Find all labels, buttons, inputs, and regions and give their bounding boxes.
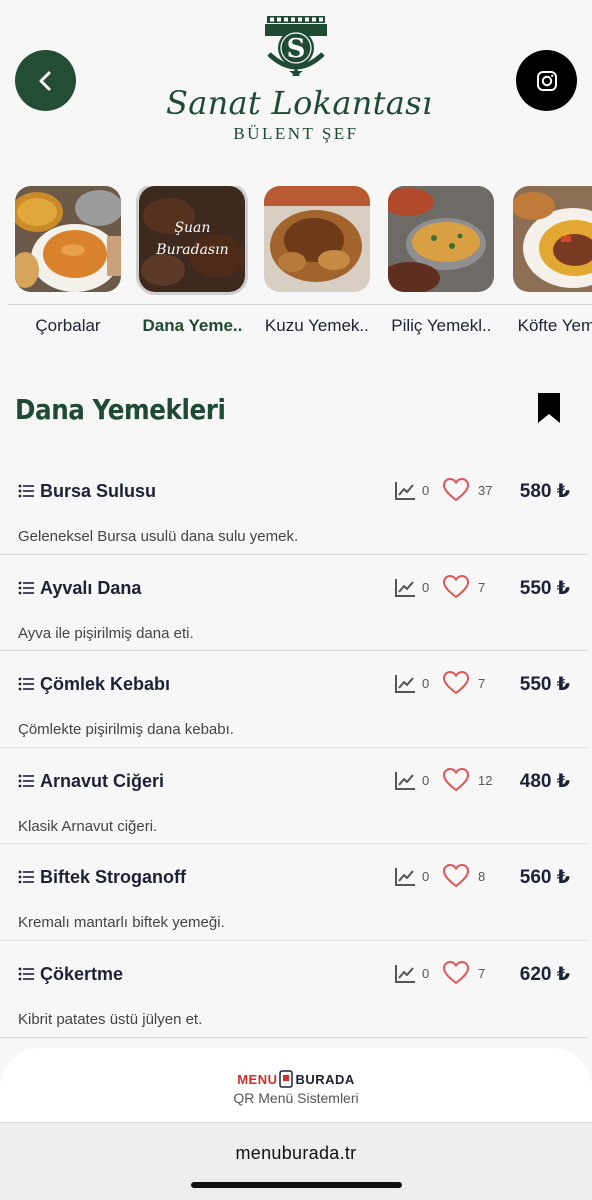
category-image xyxy=(15,186,121,292)
stats-icon xyxy=(395,675,415,694)
item-description: Ayva ile pişirilmiş dana eti. xyxy=(18,624,194,642)
header: S Sanat Lokantası BÜLENT ŞEF xyxy=(0,0,592,160)
like-count: 37 xyxy=(478,483,493,498)
list-icon xyxy=(18,870,34,884)
view-count: 0 xyxy=(422,483,430,498)
menu-item[interactable]: Arnavut Ciğeri 0 12 480 ₺ Klasik Arnavut… xyxy=(0,748,588,845)
heart-icon[interactable] xyxy=(443,574,469,599)
view-count: 0 xyxy=(422,965,430,981)
list-icon xyxy=(18,774,34,788)
footer-subtitle: QR Menü Sistemleri xyxy=(233,1090,359,1106)
item-name: Biftek Stroganoff xyxy=(40,867,186,888)
view-count: 0 xyxy=(422,869,430,885)
heart-icon[interactable] xyxy=(443,478,469,502)
item-name: Çömlek Kebabı xyxy=(40,674,171,695)
category-label: Piliç Yemekl.. xyxy=(391,316,492,335)
svg-text:S: S xyxy=(287,34,306,64)
like-count: 7 xyxy=(478,579,486,595)
chevron-left-icon xyxy=(39,71,50,90)
heart-icon[interactable] xyxy=(443,864,469,888)
item-price: 580 ₺ xyxy=(519,481,570,502)
domain-text: menuburada.tr xyxy=(235,1143,357,1163)
stats-icon xyxy=(395,868,415,887)
heart-icon[interactable] xyxy=(443,671,469,695)
item-description: Geleneksel Bursa usulü dana sulu yemek. xyxy=(18,528,299,545)
logo-emblem: S xyxy=(265,16,327,76)
category-label: Köfte Yeme.. xyxy=(517,316,592,335)
category-divider xyxy=(8,304,592,305)
item-price: 480 ₺ xyxy=(519,770,570,792)
stats-icon xyxy=(395,578,415,597)
chef-name: BÜLENT ŞEF xyxy=(233,124,359,143)
category-image xyxy=(388,186,495,292)
list-icon xyxy=(18,581,34,594)
item-name: Bursa Sulusu xyxy=(40,481,157,501)
bookmark-icon[interactable] xyxy=(538,393,560,423)
like-count: 8 xyxy=(478,869,486,885)
menu-item[interactable]: Çömlek Kebabı 0 7 550 ₺ Çömlekte pişiril… xyxy=(0,651,588,748)
category-kofte-yemekleri[interactable]: Köfte Yeme.. xyxy=(512,186,592,336)
category-image xyxy=(512,186,592,292)
category-dana-yemekleri[interactable]: Şuan Buradasın Dana Yeme.. xyxy=(136,186,249,336)
item-description: Klasik Arnavut ciğeri. xyxy=(18,817,158,835)
item-price: 550 ₺ xyxy=(519,674,570,696)
instagram-button[interactable] xyxy=(516,50,577,111)
category-pilic-yemekleri[interactable]: Piliç Yemekl.. xyxy=(388,186,495,336)
category-corbalar[interactable]: Çorbalar xyxy=(15,186,121,336)
list-icon xyxy=(18,484,34,498)
qr-phone-icon xyxy=(279,1070,294,1088)
category-label: Kuzu Yemek.. xyxy=(264,316,369,335)
menu-item[interactable]: Biftek Stroganoff 0 8 560 ₺ Kremalı mant… xyxy=(0,844,588,941)
stats-icon xyxy=(395,964,415,983)
restaurant-logo: S Sanat Lokantası BÜLENT ŞEF xyxy=(166,14,433,144)
menuburada-logo[interactable]: MENU BURADA xyxy=(0,1070,592,1088)
view-count: 0 xyxy=(422,676,430,692)
item-name: Çökertme xyxy=(40,963,124,984)
footer: MENU BURADA QR Menü Sistemleri xyxy=(0,1048,592,1122)
like-count: 7 xyxy=(478,965,486,981)
item-price: 560 ₺ xyxy=(519,867,570,889)
category-label: Çorbalar xyxy=(35,316,101,335)
menu-item[interactable]: Ayvalı Dana 0 7 550 ₺ Ayva ile pişirilmi… xyxy=(0,555,588,652)
current-category-overlay: Şuan Buradasın xyxy=(139,186,246,292)
category-kuzu-yemekleri[interactable]: Kuzu Yemek.. xyxy=(263,186,370,336)
list-icon xyxy=(18,967,34,981)
menu-item-list: Bursa Sulusu 0 37 580 ₺ Geleneksel Bursa… xyxy=(0,458,588,1038)
list-icon xyxy=(18,677,34,691)
instagram-icon xyxy=(536,70,557,91)
menu-item[interactable]: Çökertme 0 7 620 ₺ Kibrit patates üstü j… xyxy=(0,941,588,1038)
stats-icon xyxy=(395,771,415,790)
category-carousel[interactable]: Çorbalar Şuan Buradasın Dana Yeme.. Kuzu… xyxy=(15,186,592,336)
item-description: Kremalı mantarlı biftek yemeği. xyxy=(18,914,225,932)
stats-icon xyxy=(395,482,415,500)
category-image: Şuan Buradasın xyxy=(136,186,249,295)
category-image xyxy=(263,186,370,292)
heart-icon[interactable] xyxy=(443,960,469,985)
home-indicator[interactable] xyxy=(191,1182,402,1188)
like-count: 12 xyxy=(478,772,493,788)
view-count: 0 xyxy=(422,772,430,788)
browser-address-bar[interactable]: menuburada.tr xyxy=(0,1122,592,1200)
section-title: Dana Yemekleri xyxy=(15,393,226,426)
item-name: Arnavut Ciğeri xyxy=(40,770,165,791)
menu-item[interactable]: Bursa Sulusu 0 37 580 ₺ Geleneksel Bursa… xyxy=(0,458,588,555)
item-description: Çömlekte pişirilmiş dana kebabı. xyxy=(18,721,234,739)
item-name: Ayvalı Dana xyxy=(40,577,142,598)
heart-icon[interactable] xyxy=(443,767,469,792)
item-description: Kibrit patates üstü jülyen et. xyxy=(18,1010,203,1028)
like-count: 7 xyxy=(478,676,486,692)
item-price: 620 ₺ xyxy=(519,963,570,985)
restaurant-name: Sanat Lokantası xyxy=(166,84,433,122)
view-count: 0 xyxy=(422,579,430,595)
item-price: 550 ₺ xyxy=(519,577,570,599)
back-button[interactable] xyxy=(15,50,76,111)
category-label: Dana Yeme.. xyxy=(142,316,243,335)
